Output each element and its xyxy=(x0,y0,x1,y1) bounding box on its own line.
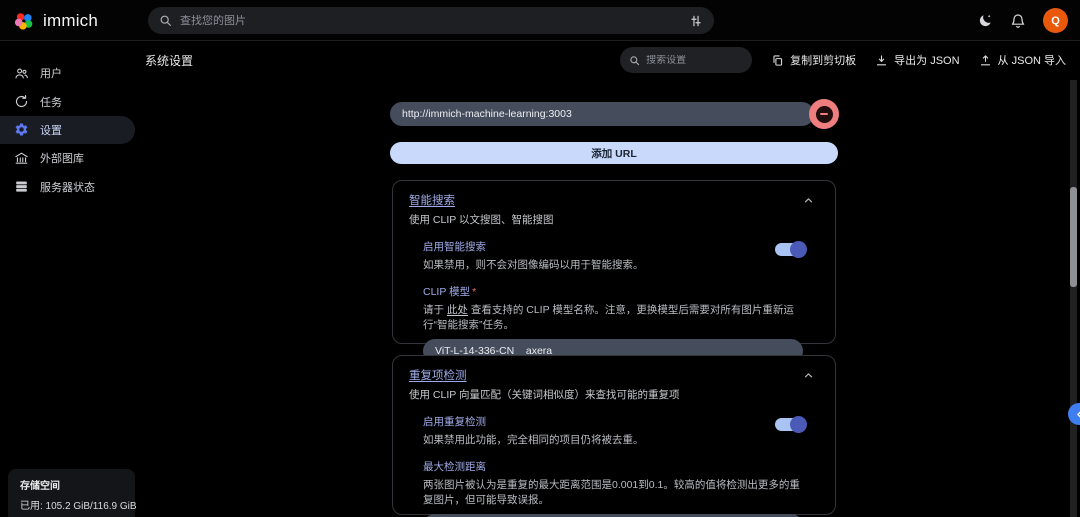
sidebar-item-label: 用户 xyxy=(40,65,62,81)
clip-models-link[interactable]: 此处 xyxy=(447,304,468,316)
smart-search-section: 智能搜索 使用 CLIP 以文搜图、智能搜图 启用智能搜索 如果禁用，则不会对图… xyxy=(392,180,836,344)
settings-header: 系统设置 复制到剪切板 xyxy=(135,41,1080,79)
admin-sidebar: 用户 任务 设置 xyxy=(0,41,135,517)
import-label: 从 JSON 导入 xyxy=(998,52,1066,68)
enable-smart-search-label: 启用智能搜索 xyxy=(423,239,803,254)
gear-icon xyxy=(14,122,29,137)
search-icon xyxy=(629,55,640,66)
library-bank-icon xyxy=(14,151,29,166)
topbar-actions: Q xyxy=(977,0,1068,41)
scrollbar-track[interactable] xyxy=(1070,80,1077,517)
scrollbar-thumb[interactable] xyxy=(1070,187,1077,287)
sidebar-item-label: 任务 xyxy=(40,94,62,110)
enable-duplicate-desc: 如果禁用此功能，完全相同的项目仍将被去重。 xyxy=(423,432,803,447)
sidebar-item-users[interactable]: 用户 xyxy=(0,59,135,87)
collapse-chevron-up-icon[interactable] xyxy=(802,194,815,207)
smart-search-subtitle: 使用 CLIP 以文搜图、智能搜图 xyxy=(409,212,819,227)
immich-admin-settings-page: immich xyxy=(0,0,1080,517)
settings-search-bar[interactable] xyxy=(620,47,752,73)
max-distance-desc: 两张图片被认为是重复的最大距离范围是0.001到0.1。较高的值将检测出更多的重… xyxy=(423,477,803,507)
users-icon xyxy=(14,66,29,81)
settings-search-input[interactable] xyxy=(646,55,743,66)
storage-usage: 已用: 105.2 GiB/116.9 GiB xyxy=(20,497,123,512)
sidebar-item-label: 设置 xyxy=(40,122,62,138)
enable-smart-search-row: 启用智能搜索 如果禁用，则不会对图像编码以用于智能搜索。 xyxy=(423,239,819,272)
enable-smart-search-desc: 如果禁用，则不会对图像编码以用于智能搜索。 xyxy=(423,257,803,272)
sidebar-item-label: 外部图库 xyxy=(40,150,84,166)
sidebar-item-jobs[interactable]: 任务 xyxy=(0,87,135,115)
smart-search-toggle[interactable] xyxy=(775,243,805,256)
jobs-sync-icon xyxy=(14,94,29,109)
chevron-left-icon xyxy=(1074,409,1080,420)
server-rack-icon xyxy=(14,179,29,194)
smart-search-title: 智能搜索 xyxy=(409,192,819,208)
duplicate-detection-section: 重复项检测 使用 CLIP 向量匹配（关键词相似度）来查找可能的重复项 启用重复… xyxy=(392,355,836,515)
export-label: 导出为 JSON xyxy=(894,52,959,68)
duplicate-detection-subtitle: 使用 CLIP 向量匹配（关键词相似度）来查找可能的重复项 xyxy=(409,387,819,402)
page-title: 系统设置 xyxy=(135,52,193,69)
copy-label: 复制到剪切板 xyxy=(790,52,856,68)
user-avatar[interactable]: Q xyxy=(1043,8,1068,33)
clip-model-desc: 请于 此处 查看支持的 CLIP 模型名称。注意，更换模型后需要对所有图片重新运… xyxy=(423,302,803,332)
clip-model-label: CLIP 模型* xyxy=(423,284,803,299)
storage-title: 存储空间 xyxy=(20,477,123,492)
enable-duplicate-label: 启用重复检测 xyxy=(423,414,803,429)
duplicate-detection-title: 重复项检测 xyxy=(409,367,819,383)
sidebar-nav: 用户 任务 设置 xyxy=(0,59,135,201)
upload-icon xyxy=(979,54,992,67)
search-icon xyxy=(159,14,172,27)
sidebar-item-label: 服务器状态 xyxy=(40,179,95,195)
download-icon xyxy=(875,54,888,67)
logo-text: immich xyxy=(43,11,98,31)
copy-icon xyxy=(771,54,784,67)
notifications-bell-icon[interactable] xyxy=(1010,13,1026,29)
clip-model-group: CLIP 模型* 请于 此处 查看支持的 CLIP 模型名称。注意，更换模型后需… xyxy=(423,284,819,363)
sidebar-item-settings[interactable]: 设置 xyxy=(0,116,135,144)
max-distance-group: 最大检测距离 两张图片被认为是重复的最大距离范围是0.001到0.1。较高的值将… xyxy=(423,459,819,517)
global-search-input[interactable] xyxy=(180,15,681,27)
duplicate-detection-toggle[interactable] xyxy=(775,418,805,431)
collapse-chevron-up-icon[interactable] xyxy=(802,369,815,382)
settings-header-actions: 复制到剪切板 导出为 JSON 从 JSON 导入 xyxy=(620,47,1080,73)
search-filter-icon[interactable] xyxy=(689,14,703,28)
immich-logo[interactable]: immich xyxy=(13,0,98,41)
storage-card: 存储空间 已用: 105.2 GiB/116.9 GiB xyxy=(8,469,135,517)
theme-toggle-moon-icon[interactable] xyxy=(977,13,993,29)
export-json-button[interactable]: 导出为 JSON xyxy=(875,52,959,68)
add-url-button[interactable]: 添加 URL xyxy=(390,142,838,164)
copy-to-clipboard-button[interactable]: 复制到剪切板 xyxy=(771,52,856,68)
machine-learning-url-input[interactable] xyxy=(390,102,814,126)
enable-duplicate-detection-row: 启用重复检测 如果禁用此功能，完全相同的项目仍将被去重。 xyxy=(423,414,819,447)
sidebar-item-server-stats[interactable]: 服务器状态 xyxy=(0,173,135,201)
remove-url-button[interactable] xyxy=(809,99,839,129)
global-search-bar[interactable] xyxy=(148,7,714,34)
import-json-button[interactable]: 从 JSON 导入 xyxy=(979,52,1066,68)
sidebar-item-external-libraries[interactable]: 外部图库 xyxy=(0,144,135,172)
immich-flower-icon xyxy=(13,10,35,32)
topbar: immich xyxy=(0,0,1080,41)
max-distance-label: 最大检测距离 xyxy=(423,459,803,474)
required-asterisk: * xyxy=(472,286,476,298)
minus-circle-icon xyxy=(816,106,833,123)
